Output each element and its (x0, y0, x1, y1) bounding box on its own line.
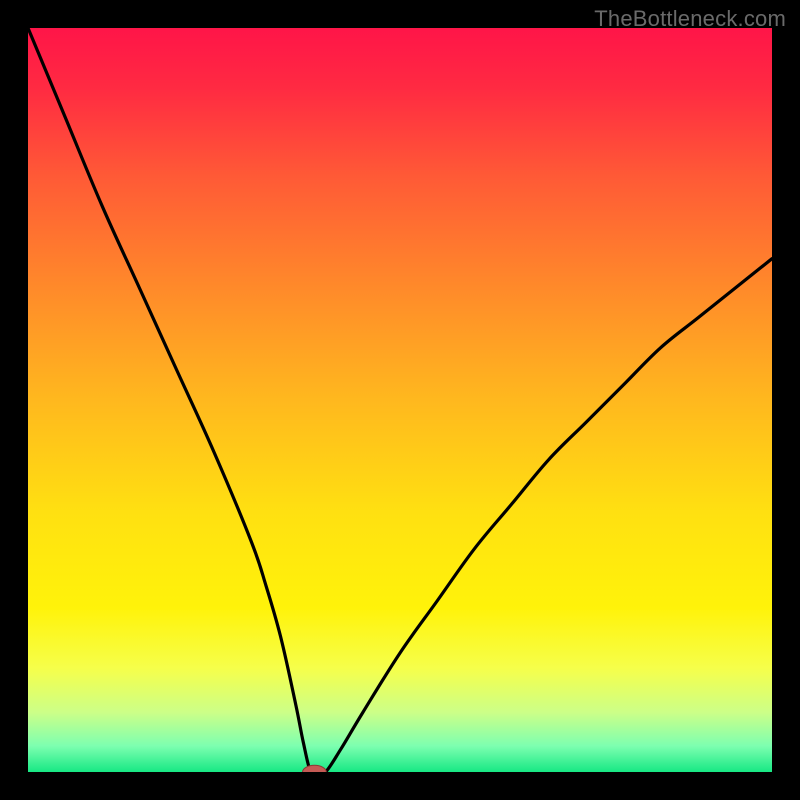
plot-area (28, 28, 772, 772)
chart-frame: TheBottleneck.com (0, 0, 800, 800)
watermark-label: TheBottleneck.com (594, 6, 786, 32)
gradient-background (28, 28, 772, 772)
bottleneck-plot (28, 28, 772, 772)
